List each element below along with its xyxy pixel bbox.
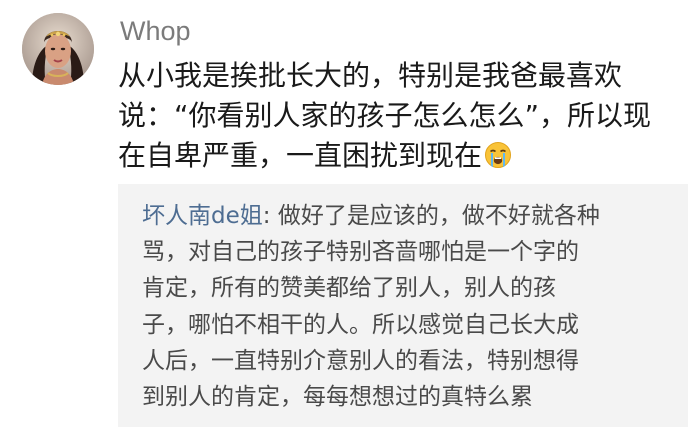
comment-line: 从小我是挨批长大的，特别是我爸最喜欢: [118, 59, 623, 92]
user-avatar[interactable]: [22, 13, 94, 85]
reply-line: 子，哪怕不相干的人。所以感觉自己长大成: [142, 311, 579, 338]
comment-line-text: 在自卑严重，一直困扰到现在: [118, 139, 483, 172]
username[interactable]: Whop: [120, 14, 191, 48]
reply-box: 坏人南de姐: 做好了是应该的，做不好就各种 骂，对自己的孩子特别吝啬哪怕是一个…: [118, 184, 688, 427]
loudly-crying-face-emoji-icon: [484, 141, 512, 169]
comment-line: 说：“你看别人家的孩子怎么怎么”，所以现: [118, 99, 652, 132]
reply-line-first: 坏人南de姐: 做好了是应该的，做不好就各种: [142, 198, 682, 234]
reply-separator: :: [262, 203, 278, 229]
comment-text: 从小我是挨批长大的，特别是我爸最喜欢 说：“你看别人家的孩子怎么怎么”，所以现 …: [118, 56, 678, 176]
reply-line-text: 做好了是应该的，做不好就各种: [277, 203, 600, 229]
reply-line: 人后，一直特别介意别人的看法，特别想得: [142, 347, 579, 374]
reply-line: 肯定，所有的赞美都给了别人，别人的孩: [142, 275, 556, 302]
reply-line: 骂，对自己的孩子特别吝啬哪怕是一个字的: [142, 239, 579, 266]
comment-line-last: 在自卑严重，一直困扰到现在: [118, 136, 678, 176]
reply-line: 到别人的肯定，每每想想过的真特么累: [142, 384, 533, 411]
reply-author-link[interactable]: 坏人南de姐: [142, 203, 263, 229]
reply-text: 坏人南de姐: 做好了是应该的，做不好就各种 骂，对自己的孩子特别吝啬哪怕是一个…: [142, 198, 682, 415]
user-avatar-photo-icon: [22, 13, 94, 85]
